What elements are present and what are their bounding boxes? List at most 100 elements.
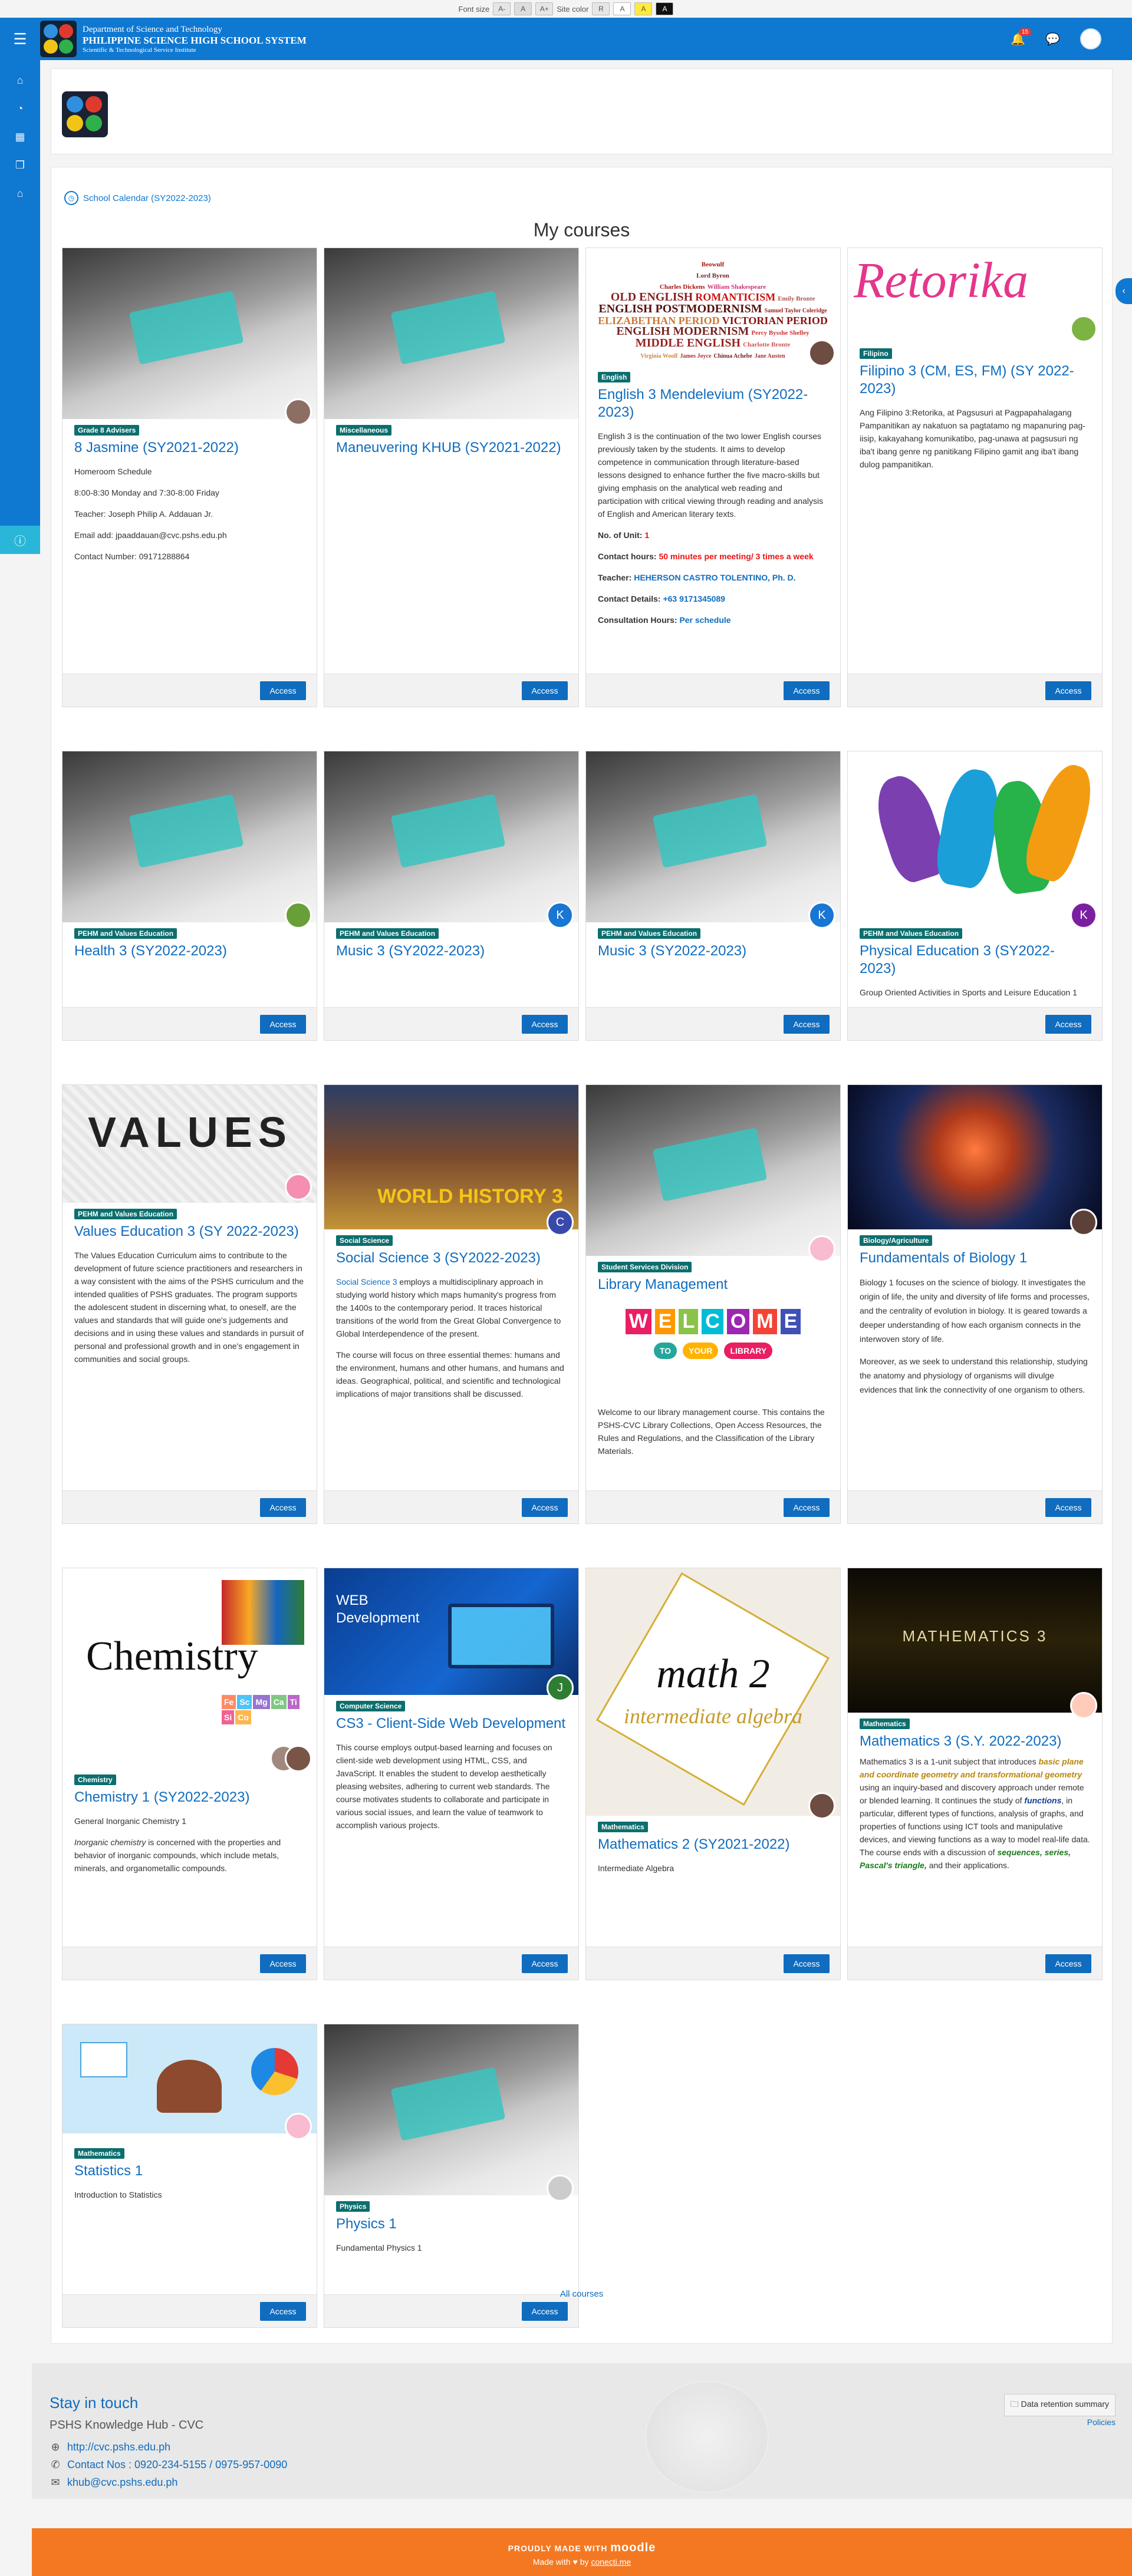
access-button[interactable]: Access [260,1015,306,1034]
color-reset-button[interactable]: R [592,2,610,15]
course-title[interactable]: 8 Jasmine (SY2021-2022) [74,439,305,457]
files-icon[interactable]: ❐ [0,151,40,179]
policies-link[interactable]: Policies [1087,2417,1115,2427]
course-image[interactable] [62,751,317,922]
color-white-button[interactable]: A [613,2,631,15]
user-avatar[interactable] [1080,28,1101,50]
course-title[interactable]: Music 3 (SY2022-2023) [336,942,567,960]
all-courses-link[interactable]: All courses [51,2289,1112,2299]
font-reset-button[interactable]: A [514,2,532,15]
teacher-avatar[interactable] [1070,315,1097,342]
course-title[interactable]: Values Education 3 (SY 2022-2023) [74,1223,305,1241]
welcome-letter: W [625,1309,651,1334]
messages-icon[interactable]: 💬 [1045,32,1060,47]
access-button[interactable]: Access [522,1954,568,1973]
course-image[interactable]: Beowulf Lord Byron Charles Dickens Willi… [586,248,840,366]
course-image[interactable] [586,1085,840,1256]
access-button[interactable]: Access [522,681,568,700]
course-summary: General Inorganic Chemistry 1 Inorganic … [74,1815,305,1875]
navbar-actions: 🔔 15 💬 [1011,28,1101,50]
dashboard-icon[interactable]: ◔ [0,94,40,123]
course-title[interactable]: Mathematics 3 (S.Y. 2022-2023) [860,1733,1090,1750]
course-image[interactable] [324,248,578,419]
calendar-link[interactable]: ◷ School Calendar (SY2022-2023) [64,191,211,205]
course-title[interactable]: Maneuvering KHUB (SY2021-2022) [336,439,567,457]
info-icon[interactable]: ⓘ [0,526,40,554]
phone-icon: ✆ [51,2459,60,2471]
course-image[interactable]: WORLD HISTORY 3 [324,1085,578,1229]
font-decrease-button[interactable]: A- [493,2,511,15]
access-button[interactable]: Access [522,1015,568,1034]
footer-url-link[interactable]: ⊕ http://cvc.pshs.edu.ph [50,2441,170,2453]
course-image[interactable] [62,2024,317,2133]
data-retention-button[interactable]: 🗀 Data retention summary [1003,2394,1115,2416]
font-increase-button[interactable]: A+ [535,2,554,15]
color-black-button[interactable]: A [656,2,674,15]
color-yellow-button[interactable]: A [634,2,653,15]
notification-bell-icon[interactable]: 🔔 15 [1011,28,1032,47]
footer-email[interactable]: khub@cvc.pshs.edu.ph [67,2476,177,2489]
course-image[interactable]: Chemistry Fe Sc Mg Ca Ti Si Co [62,1568,317,1769]
summary-paragraph: Fundamental Physics 1 [336,2243,422,2252]
course-image[interactable]: VALUES [62,1085,317,1203]
course-image[interactable] [848,751,1102,922]
course-image[interactable]: Retorika [848,248,1102,348]
course-title[interactable]: Physical Education 3 (SY2022-2023) [860,942,1090,978]
access-button[interactable]: Access [260,1954,306,1973]
hamburger-menu-icon[interactable]: ☰ [0,18,40,60]
course-image[interactable] [62,248,317,419]
access-button[interactable]: Access [1045,681,1091,700]
teacher-avatar[interactable] [808,339,835,367]
course-title[interactable]: Statistics 1 [74,2162,305,2180]
course-title[interactable]: Physics 1 [336,2215,567,2233]
summary-paragraph: Ang Filipino 3:Retorika, at Pagsusuri at… [860,408,1085,469]
access-button[interactable]: Access [1045,1954,1091,1973]
drawer-toggle-icon[interactable]: ‹ [1115,278,1132,304]
summary-paragraph: Biology 1 focuses on the science of biol… [860,1278,1090,1344]
access-button[interactable]: Access [260,1498,306,1517]
web-banner: WEB Development [336,1592,420,1626]
teacher-avatar[interactable] [285,1173,312,1200]
course-image[interactable]: math 2 intermediate algebra [586,1568,840,1816]
course-image[interactable] [324,751,578,922]
access-button[interactable]: Access [784,681,830,700]
course-title[interactable]: Library Management [598,1276,828,1294]
course-title[interactable]: Fundamentals of Biology 1 [860,1249,1090,1267]
teacher-avatar[interactable] [285,2113,312,2140]
course-image[interactable]: MATHEMATICS 3 [848,1568,1102,1713]
courses-icon[interactable]: ⌂ [0,179,40,207]
conectime-link[interactable]: conecti.me [591,2557,631,2567]
site-logo [62,91,108,137]
footer-email-link[interactable]: ✉ khub@cvc.pshs.edu.ph [50,2476,177,2489]
course-link[interactable]: Social Science 3 [336,1277,397,1287]
moodle-logo[interactable]: moodle [610,2541,656,2554]
access-button[interactable]: Access [1045,1498,1091,1517]
home-icon[interactable]: ⌂ [0,66,40,94]
access-button[interactable]: Access [522,1498,568,1517]
course-title[interactable]: Filipino 3 (CM, ES, FM) (SY 2022-2023) [860,362,1090,398]
course-title[interactable]: English 3 Mendelevium (SY2022-2023) [598,386,828,421]
course-title[interactable]: Health 3 (SY2022-2023) [74,942,305,960]
course-title[interactable]: Mathematics 2 (SY2021-2022) [598,1836,828,1853]
access-button[interactable]: Access [784,1015,830,1034]
course-title[interactable]: Chemistry 1 (SY2022-2023) [74,1789,305,1806]
course-title[interactable]: CS3 - Client-Side Web Development [336,1715,567,1733]
course-image[interactable] [586,751,840,922]
footer-contact: ✆ Contact Nos : 0920-234-5155 / 0975-957-… [50,2459,287,2471]
access-button[interactable]: Access [784,1498,830,1517]
course-image[interactable]: WEB Development [324,1568,578,1695]
course-title[interactable]: Social Science 3 (SY2022-2023) [336,1249,567,1267]
access-button[interactable]: Access [260,2302,306,2321]
welcome-letter: C [702,1309,723,1334]
consult-value: Per schedule [679,615,731,625]
access-button[interactable]: Access [522,2302,568,2321]
footer-url[interactable]: http://cvc.pshs.edu.ph [67,2441,170,2453]
access-button[interactable]: Access [1045,1015,1091,1034]
course-image[interactable] [848,1085,1102,1229]
calendar-icon[interactable]: ▦ [0,123,40,151]
course-image[interactable] [324,2024,578,2195]
course-title[interactable]: Music 3 (SY2022-2023) [598,942,828,960]
site-brand[interactable]: Department of Science and Technology PHI… [40,21,307,57]
access-button[interactable]: Access [784,1954,830,1973]
access-button[interactable]: Access [260,681,306,700]
